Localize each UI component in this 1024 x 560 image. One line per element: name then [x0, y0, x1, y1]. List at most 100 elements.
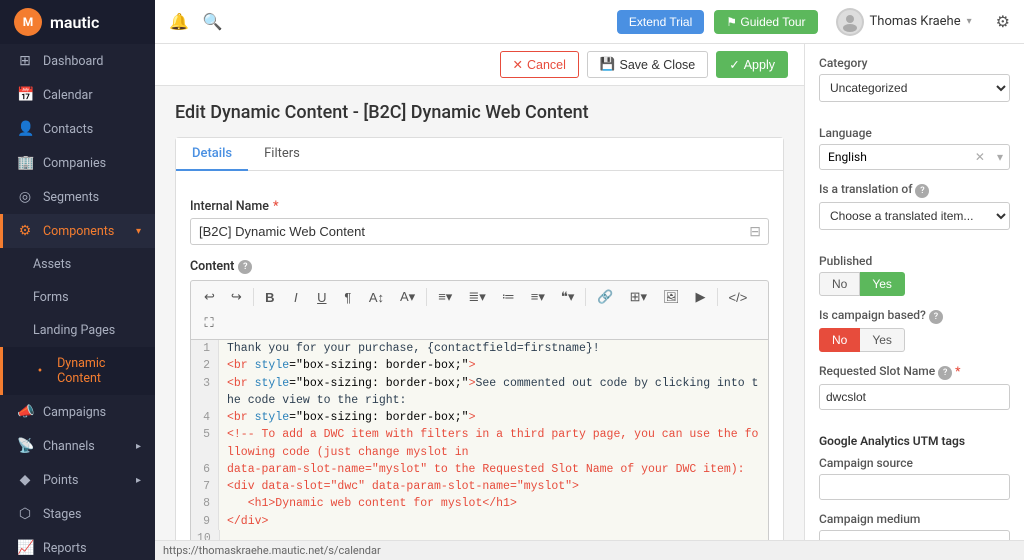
- sidebar-item-stages[interactable]: ⬡ Stages: [0, 497, 155, 531]
- undo-button[interactable]: ↩: [197, 285, 222, 309]
- sidebar-item-calendar[interactable]: 📅 Calendar: [0, 78, 155, 112]
- internal-name-group: Internal Name * ⊟: [190, 199, 769, 245]
- video-button[interactable]: ▶: [689, 285, 713, 309]
- slot-name-group: Requested Slot Name ? *: [819, 364, 1010, 422]
- utm-label: Google Analytics UTM tags: [819, 434, 1010, 448]
- redo-button[interactable]: ↪: [224, 285, 249, 309]
- campaigns-icon: 📣: [17, 404, 33, 420]
- apply-button[interactable]: ✓ Apply: [716, 51, 788, 78]
- search-icon[interactable]: 🔍: [203, 12, 223, 31]
- extend-trial-button[interactable]: Extend Trial: [617, 10, 704, 34]
- translation-info-icon[interactable]: ?: [915, 184, 929, 198]
- sidebar-logo[interactable]: M mautic: [0, 0, 155, 44]
- sidebar-item-assets[interactable]: Assets: [0, 248, 155, 281]
- sidebar-item-campaigns[interactable]: 📣 Campaigns: [0, 395, 155, 429]
- slot-name-input[interactable]: [819, 384, 1010, 410]
- slot-name-label: Requested Slot Name ? *: [819, 364, 1010, 380]
- sidebar-item-forms[interactable]: Forms: [0, 281, 155, 314]
- sidebar-item-label: Campaigns: [43, 405, 106, 420]
- toolbar-sep-2: [426, 288, 427, 306]
- status-url: https://thomaskraehe.mautic.net/s/calend…: [163, 544, 381, 557]
- campaign-based-yes-button[interactable]: Yes: [860, 328, 905, 352]
- paragraph-button[interactable]: ¶: [336, 286, 360, 309]
- guided-tour-button[interactable]: ⚑ Guided Tour: [714, 10, 817, 34]
- underline-button[interactable]: U: [310, 286, 334, 309]
- list2-button[interactable]: ≡▾: [524, 285, 552, 309]
- blockquote-button[interactable]: ❝▾: [554, 285, 582, 309]
- right-panel: Category Uncategorized Language English …: [804, 44, 1024, 560]
- campaign-based-info-icon[interactable]: ?: [929, 310, 943, 324]
- topbar: 🔔 🔍 Extend Trial ⚑ Guided Tour Thomas Kr…: [155, 0, 1024, 44]
- save-close-button[interactable]: 💾 Save & Close: [587, 51, 708, 78]
- code-line-8: 8 <h1>Dynamic web content for myslot</h1…: [191, 495, 768, 512]
- list-button[interactable]: ≔: [495, 285, 522, 309]
- companies-icon: 🏢: [17, 155, 33, 171]
- bold-button[interactable]: B: [258, 286, 282, 309]
- tab-details[interactable]: Details: [176, 138, 248, 171]
- sidebar-item-label: Landing Pages: [33, 323, 115, 338]
- sidebar-item-reports[interactable]: 📈 Reports: [0, 531, 155, 560]
- sidebar-item-dashboard[interactable]: ⊞ Dashboard: [0, 44, 155, 78]
- channels-icon: 📡: [17, 438, 33, 454]
- tab-filters[interactable]: Filters: [248, 138, 316, 171]
- italic-button[interactable]: I: [284, 286, 308, 309]
- sidebar-item-label: Dashboard: [43, 54, 103, 69]
- sidebar-item-points[interactable]: ◆ Points ▸: [0, 463, 155, 497]
- campaign-based-label: Is campaign based? ?: [819, 308, 1010, 324]
- sidebar-item-label: Stages: [43, 507, 81, 522]
- published-no-button[interactable]: No: [819, 272, 860, 296]
- slot-name-info-icon[interactable]: ?: [938, 366, 952, 380]
- notification-bell-icon[interactable]: 🔔: [169, 12, 189, 31]
- sidebar-item-channels[interactable]: 📡 Channels ▸: [0, 429, 155, 463]
- sidebar-item-segments[interactable]: ◎ Segments: [0, 180, 155, 214]
- stages-icon: ⬡: [17, 506, 33, 522]
- table-button[interactable]: ⊞▾: [623, 285, 654, 309]
- check-icon: ✓: [729, 57, 739, 72]
- fullscreen-button[interactable]: ⛶: [197, 311, 221, 335]
- internal-name-input[interactable]: [190, 218, 769, 245]
- align2-button[interactable]: ≣▾: [461, 285, 492, 309]
- sidebar-item-components[interactable]: ⚙ Components ▾: [0, 214, 155, 248]
- sidebar-item-companies[interactable]: 🏢 Companies: [0, 146, 155, 180]
- align-button[interactable]: ≡▾: [431, 285, 459, 309]
- code-line-6: 6 data-param-slot-name="myslot" to the R…: [191, 461, 768, 478]
- language-value: English: [820, 145, 969, 169]
- segments-icon: ◎: [17, 189, 33, 205]
- code-editor[interactable]: 1 Thank you for your purchase, {contactf…: [190, 339, 769, 560]
- content-info-icon[interactable]: ?: [238, 260, 252, 274]
- campaign-medium-label: Campaign medium: [819, 512, 1010, 526]
- settings-icon[interactable]: ⚙: [996, 12, 1010, 31]
- campaign-based-no-button[interactable]: No: [819, 328, 860, 352]
- language-chevron-icon[interactable]: ▾: [991, 146, 1009, 168]
- cancel-x-icon: ✕: [513, 57, 523, 72]
- font-color-button[interactable]: A▾: [393, 285, 422, 309]
- toolbar-sep-1: [253, 288, 254, 306]
- code-line-3: 3 <br style="box-sizing: border-box;">Se…: [191, 375, 768, 410]
- published-yes-button[interactable]: Yes: [860, 272, 905, 296]
- cancel-button[interactable]: ✕ Cancel: [500, 51, 579, 78]
- language-clear-icon[interactable]: ✕: [969, 146, 991, 168]
- code-view-button[interactable]: </>: [722, 286, 755, 309]
- campaign-source-input[interactable]: [819, 474, 1010, 500]
- main-content: Edit Dynamic Content - [B2C] Dynamic Web…: [155, 86, 804, 560]
- dashboard-icon: ⊞: [17, 53, 33, 69]
- font-size-button[interactable]: A↕: [362, 286, 391, 309]
- link-button[interactable]: 🔗: [590, 285, 620, 309]
- internal-name-input-wrapper: ⊟: [190, 218, 769, 245]
- sidebar-item-contacts[interactable]: 👤 Contacts: [0, 112, 155, 146]
- user-menu[interactable]: Thomas Kraehe ▾: [828, 4, 980, 40]
- sidebar-item-label: Segments: [43, 190, 99, 205]
- sidebar-item-label: Companies: [43, 156, 106, 171]
- reports-icon: 📈: [17, 540, 33, 556]
- translation-select[interactable]: Choose a translated item...: [819, 202, 1010, 230]
- logo-text: mautic: [50, 13, 99, 32]
- image-button[interactable]: 🖼: [656, 285, 687, 309]
- sidebar-item-landing-pages[interactable]: Landing Pages: [0, 314, 155, 347]
- published-label: Published: [819, 254, 1010, 268]
- components-icon: ⚙: [17, 223, 33, 239]
- chevron-down-user-icon: ▾: [967, 16, 972, 27]
- category-select[interactable]: Uncategorized: [819, 74, 1010, 102]
- form-card: Details Filters Internal Name * ⊟ Conten…: [175, 137, 784, 560]
- sidebar-item-dynamic-content[interactable]: • Dynamic Content: [0, 347, 155, 395]
- chevron-right-icon: ▸: [136, 441, 141, 452]
